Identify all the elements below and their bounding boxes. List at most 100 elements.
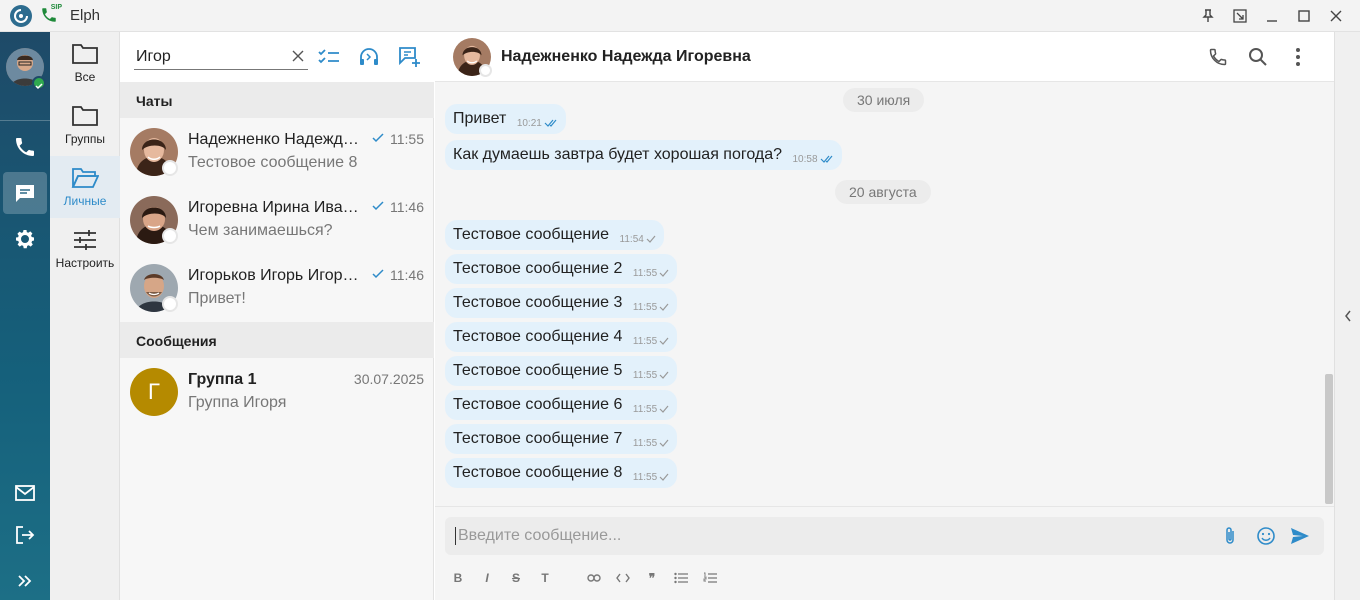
bullet-list-icon — [674, 572, 688, 584]
new-chat-icon — [399, 47, 420, 67]
date-separator: 30 июля — [843, 88, 925, 112]
folder-open-icon — [71, 168, 99, 188]
folder-personal[interactable]: Личные — [50, 156, 120, 218]
link-button[interactable] — [585, 569, 603, 587]
folder-groups[interactable]: Группы — [50, 94, 120, 156]
message-time: 11:55 — [632, 438, 658, 449]
attach-button[interactable] — [1217, 523, 1243, 549]
pin-button[interactable] — [1192, 0, 1224, 32]
rail-chats-button[interactable] — [3, 172, 47, 214]
chat-list-item[interactable]: Надежненко Надежда Игоревна 11:55 Тестов… — [120, 118, 434, 186]
group-avatar: Г — [130, 368, 178, 416]
check-icon — [659, 269, 669, 277]
message-bubble[interactable]: Тестовое сообщение 5 11:55 — [445, 356, 678, 386]
folder-icon — [72, 44, 98, 64]
sent-check-icon — [372, 201, 384, 211]
clear-format-button[interactable]: T — [536, 569, 554, 587]
message-bubble[interactable]: Тестовое сообщение 11:54 — [445, 220, 664, 250]
check-icon — [659, 337, 669, 345]
folder-customize[interactable]: Настроить — [50, 218, 120, 280]
message-bubble[interactable]: Как думаешь завтра будет хорошая погода?… — [445, 140, 842, 170]
rail-calls-button[interactable] — [3, 126, 47, 168]
search-input[interactable] — [134, 44, 308, 70]
message-meta: 10:21 — [517, 118, 558, 129]
code-button[interactable] — [614, 569, 632, 587]
select-chats-button[interactable] — [316, 44, 342, 70]
message-bubble[interactable]: Тестовое сообщение 8 11:55 — [445, 458, 678, 488]
close-icon — [1330, 10, 1342, 22]
bullet-list-button[interactable] — [672, 569, 690, 587]
sip-badge: SIP — [50, 3, 62, 11]
rail-settings-button[interactable] — [3, 218, 47, 260]
conversation-header: Надежненко Надежда Игоревна — [435, 32, 1334, 82]
message-meta: 11:55 — [633, 336, 669, 347]
chat-name: Игоревна Ирина Ивановна — [188, 199, 363, 216]
search-icon — [1249, 48, 1267, 66]
message-bubble[interactable]: Тестовое сообщение 2 11:55 — [445, 254, 678, 284]
strikethrough-button[interactable]: S — [507, 569, 525, 587]
rail-expand-button[interactable] — [3, 560, 47, 602]
call-button[interactable] — [1205, 44, 1231, 70]
folder-column: Все Группы Личные Настроить — [50, 32, 120, 600]
link-icon — [587, 574, 601, 582]
expand-info-panel-button[interactable] — [1341, 306, 1355, 326]
message-result-item[interactable]: Г Группа 1 30.07.2025 Группа Игоря — [120, 358, 434, 426]
quote-button[interactable]: ❞ — [643, 569, 661, 587]
send-button[interactable] — [1287, 523, 1313, 549]
rail-mail-button[interactable] — [3, 472, 47, 514]
message-bubble[interactable]: Тестовое сообщение 4 11:55 — [445, 322, 678, 352]
more-options-button[interactable] — [1285, 44, 1311, 70]
close-icon — [292, 50, 304, 62]
message-bubble[interactable]: Тестовое сообщение 6 11:55 — [445, 390, 678, 420]
message-bubble[interactable]: Тестовое сообщение 3 11:55 — [445, 288, 678, 318]
presence-status-icon — [162, 228, 178, 244]
presence-status-icon — [479, 64, 492, 77]
maximize-icon — [1298, 10, 1310, 22]
chat-list-item[interactable]: Игоревна Ирина Ивановна 11:46 Чем занима… — [120, 186, 434, 254]
minimize-button[interactable] — [1256, 0, 1288, 32]
chat-preview: Чем занимаешься? — [188, 222, 333, 239]
new-chat-button[interactable] — [396, 44, 422, 70]
message-text: Тестовое сообщение 2 — [453, 260, 623, 277]
close-button[interactable] — [1320, 0, 1352, 32]
check-icon — [646, 235, 656, 243]
numbered-list-button[interactable] — [701, 569, 719, 587]
section-messages: Сообщения — [120, 322, 434, 358]
compact-mode-button[interactable] — [1224, 0, 1256, 32]
app-logo-icon — [10, 4, 32, 27]
search-in-chat-button[interactable] — [1245, 44, 1271, 70]
rail-divider — [0, 120, 50, 121]
bold-button[interactable]: B — [449, 569, 467, 587]
emoji-button[interactable] — [1253, 523, 1279, 549]
folder-all[interactable]: Все — [50, 32, 120, 94]
title-bar: SIP Elph — [0, 0, 1360, 32]
message-text: Тестовое сообщение 4 — [453, 328, 623, 345]
clear-search-button[interactable] — [290, 48, 306, 64]
group-name: Группа 1 — [188, 371, 257, 388]
emoji-icon — [1257, 527, 1275, 545]
formatting-toolbar: B I S T ❞ — [449, 569, 730, 587]
chat-list-panel: Чаты Надежненко Надежда Игоревна 11:55 Т… — [120, 32, 434, 600]
contact-name[interactable]: Надежненко Надежда Игоревна — [501, 48, 751, 66]
italic-button[interactable]: I — [478, 569, 496, 587]
rail-logout-button[interactable] — [3, 514, 47, 556]
sip-phone-icon: SIP — [40, 3, 62, 26]
composer: B I S T ❞ — [435, 506, 1334, 600]
message-meta: 11:55 — [633, 472, 669, 483]
message-input[interactable] — [455, 527, 1215, 545]
message-bubble[interactable]: Привет 10:21 — [445, 104, 566, 134]
message-text: Тестовое сообщение 5 — [453, 362, 623, 379]
message-text: Как думаешь завтра будет хорошая погода? — [453, 146, 783, 163]
presence-status-icon — [162, 160, 178, 176]
pin-icon — [1202, 9, 1214, 22]
support-chat-button[interactable] — [356, 44, 382, 70]
message-time: 11:55 — [632, 302, 658, 313]
message-area[interactable]: 30 июля Привет 10:21 Как думаешь завтра … — [435, 82, 1334, 506]
message-scrollbar[interactable] — [1325, 374, 1333, 504]
chat-list-item[interactable]: Игорьков Игорь Игоревич 11:46 Привет! — [120, 254, 434, 322]
folder-label: Личные — [63, 194, 107, 208]
message-bubble[interactable]: Тестовое сообщение 7 11:55 — [445, 424, 678, 454]
composer-box — [445, 517, 1324, 555]
info-panel-strip — [1334, 32, 1360, 600]
maximize-button[interactable] — [1288, 0, 1320, 32]
